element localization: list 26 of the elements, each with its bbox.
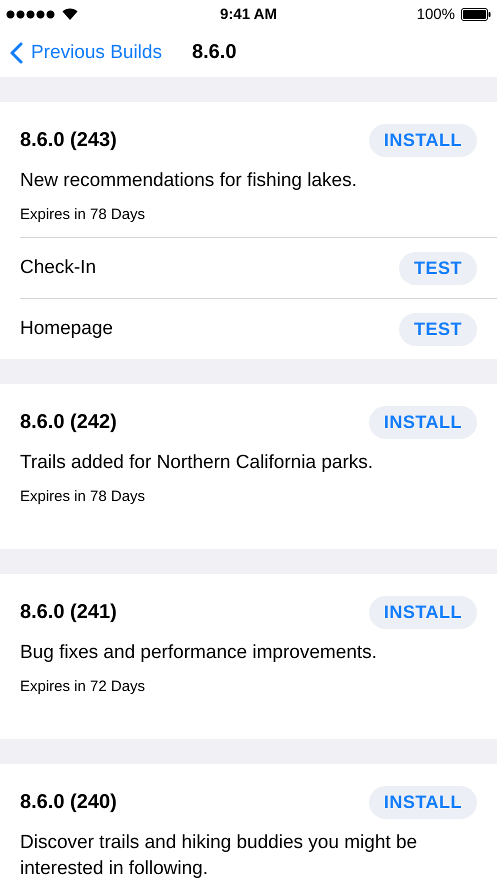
build-title: 8.6.0 (242)	[20, 410, 117, 434]
wifi-icon	[62, 8, 78, 20]
build-title: 8.6.0 (243)	[20, 128, 117, 152]
expiry-text: Expires in 78 Days	[20, 488, 146, 505]
nav-title: 8.6.0	[192, 41, 236, 64]
build-title: 8.6.0 (240)	[20, 790, 117, 814]
battery-percentage: 100%	[416, 6, 455, 22]
install-button[interactable]: INSTALL	[368, 786, 477, 818]
install-button[interactable]: INSTALL	[368, 596, 477, 628]
battery-icon	[461, 8, 491, 20]
install-button[interactable]: INSTALL	[368, 124, 477, 156]
build-description: Bug fixes and performance improvements.	[20, 641, 378, 665]
build-description: Discover trails and hiking buddies you might be interested in following.	[20, 831, 418, 881]
chevron-left-icon	[10, 42, 23, 64]
expiry-text: Expires in 72 Days	[20, 678, 146, 695]
expiry-text: Expires in 78 Days	[20, 206, 146, 223]
install-button[interactable]: INSTALL	[368, 406, 477, 438]
test-row-label: Check-In	[20, 257, 96, 279]
test-button[interactable]: TEST	[398, 252, 477, 284]
signal-icon	[6, 10, 56, 18]
build-description: New recommendations for fishing lakes.	[20, 169, 358, 193]
build-description: Trails added for Northern California parks.	[20, 451, 374, 475]
test-button[interactable]: TEST	[398, 312, 477, 346]
status-time: 9:41 AM	[220, 6, 277, 22]
test-row-label: Homepage	[20, 318, 113, 340]
build-title: 8.6.0 (241)	[20, 600, 117, 624]
